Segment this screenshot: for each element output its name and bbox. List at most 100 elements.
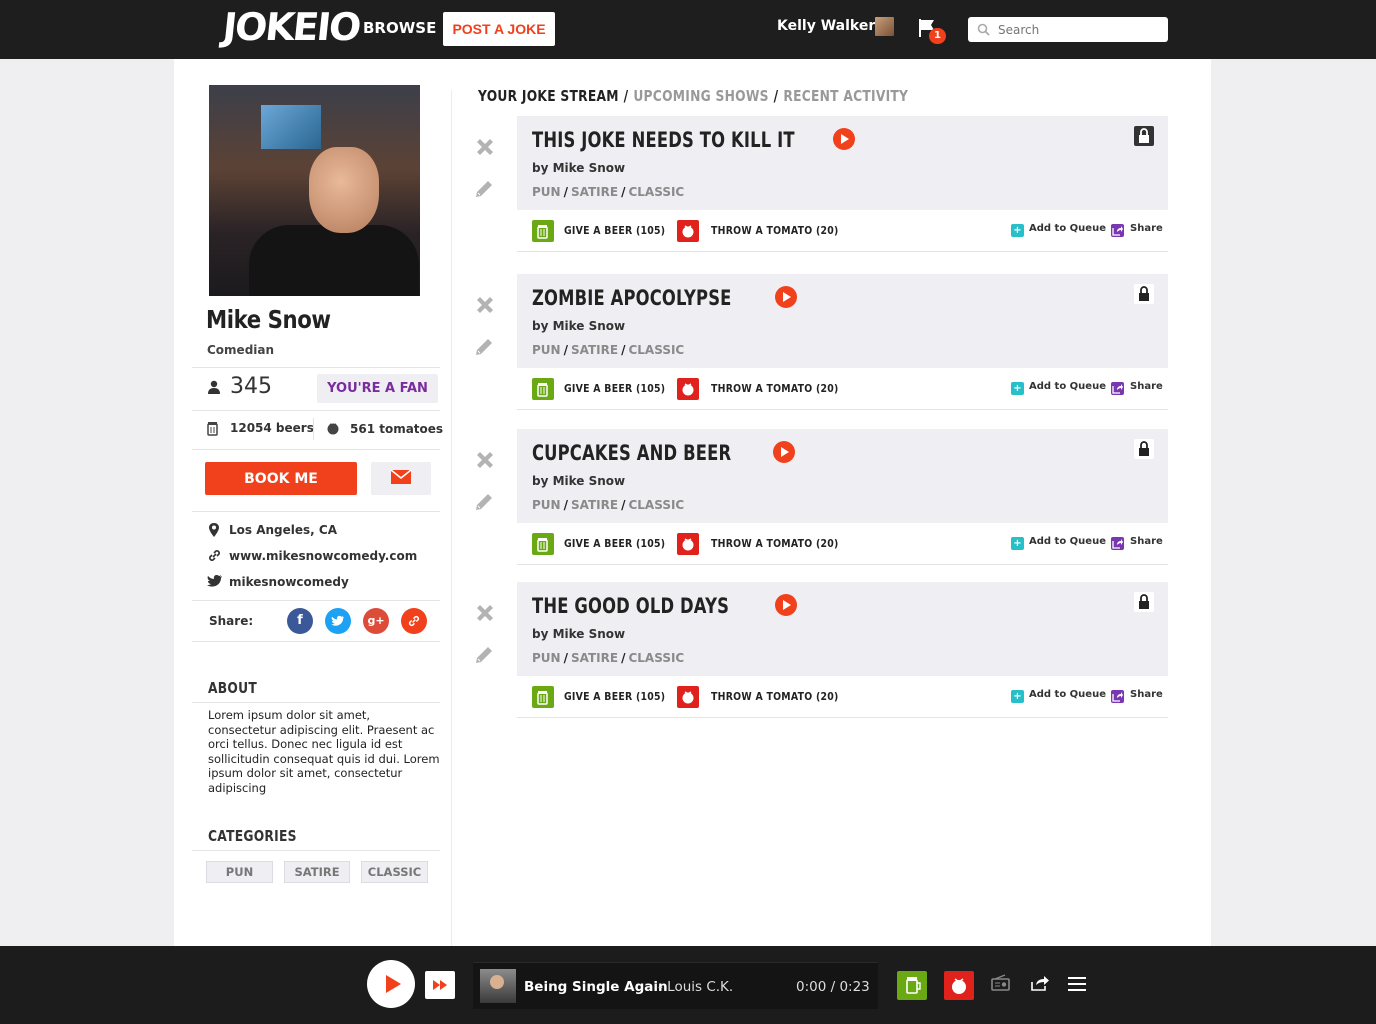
player-play-button[interactable] [367, 960, 415, 1008]
twitter-handle[interactable]: mikesnowcomedy [229, 575, 349, 589]
joke-title[interactable]: THE GOOD OLD DAYS [532, 594, 729, 618]
throw-tomato-button[interactable]: THROW A TOMATO (20) [711, 537, 839, 550]
throw-tomato-button[interactable]: THROW A TOMATO (20) [711, 224, 839, 237]
delete-joke-icon[interactable] [473, 448, 497, 472]
give-beer-icon[interactable] [532, 378, 554, 400]
divider [192, 600, 440, 601]
menu-icon[interactable] [1068, 977, 1086, 991]
add-to-queue-button[interactable]: Add to Queue [1029, 223, 1106, 234]
tag-classic[interactable]: CLASSIC [628, 498, 684, 512]
track-artist: - Louis C.K. [658, 979, 734, 995]
tag-classic[interactable]: CLASSIC [628, 651, 684, 665]
delete-joke-icon[interactable] [473, 293, 497, 317]
edit-joke-icon[interactable] [473, 644, 495, 666]
play-joke-icon[interactable] [833, 128, 855, 150]
user-name[interactable]: Kelly Walker [777, 18, 875, 34]
add-to-queue-button[interactable]: Add to Queue [1029, 381, 1106, 392]
joke-title[interactable]: CUPCAKES AND BEER [532, 441, 731, 465]
website-link[interactable]: www.mikesnowcomedy.com [229, 549, 417, 563]
tag-pun[interactable]: PUN [532, 498, 561, 512]
tab-upcoming-shows[interactable]: UPCOMING SHOWS [633, 87, 768, 105]
give-beer-button[interactable]: GIVE A BEER (105) [564, 382, 665, 395]
notification-badge: 1 [929, 28, 946, 44]
jokeio-logo[interactable]: JOKEIO [221, 3, 362, 53]
tag-satire[interactable]: SATIRE [571, 343, 618, 357]
add-queue-icon[interactable]: + [1011, 382, 1024, 395]
tag-pun[interactable]: PUN [532, 343, 561, 357]
lock-icon[interactable] [1134, 592, 1154, 612]
tomato-count: 561 tomatoes [350, 422, 444, 436]
share-button[interactable]: Share [1130, 689, 1163, 700]
add-to-queue-button[interactable]: Add to Queue [1029, 536, 1106, 547]
give-beer-button[interactable]: GIVE A BEER (105) [564, 537, 665, 550]
play-joke-icon[interactable] [775, 286, 797, 308]
search-box[interactable] [968, 17, 1168, 42]
category-tag-satire[interactable]: SATIRE [284, 861, 350, 883]
message-button[interactable] [371, 462, 431, 495]
book-me-button[interactable]: BOOK ME [205, 462, 357, 495]
tab-joke-stream[interactable]: YOUR JOKE STREAM [478, 87, 619, 105]
joke-title[interactable]: ZOMBIE APOCOLYPSE [532, 286, 732, 310]
throw-tomato-icon[interactable] [677, 220, 699, 242]
nav-browse[interactable]: BROWSE [363, 19, 436, 37]
category-tag-pun[interactable]: PUN [206, 861, 273, 883]
throw-tomato-icon[interactable] [677, 533, 699, 555]
tab-recent-activity[interactable]: RECENT ACTIVITY [783, 87, 908, 105]
fast-forward-icon [433, 979, 447, 990]
tag-classic[interactable]: CLASSIC [628, 343, 684, 357]
share-button[interactable]: Share [1130, 536, 1163, 547]
give-beer-button[interactable]: GIVE A BEER (105) [564, 224, 665, 237]
throw-tomato-icon[interactable] [677, 378, 699, 400]
edit-joke-icon[interactable] [473, 491, 495, 513]
delete-joke-icon[interactable] [473, 135, 497, 159]
throw-tomato-button[interactable]: THROW A TOMATO (20) [711, 382, 839, 395]
play-joke-icon[interactable] [773, 441, 795, 463]
tag-pun[interactable]: PUN [532, 185, 561, 199]
share-icon[interactable] [1031, 974, 1050, 991]
share-button[interactable]: Share [1130, 223, 1163, 234]
add-queue-icon[interactable]: + [1011, 537, 1024, 550]
give-beer-icon[interactable] [532, 533, 554, 555]
google-plus-share-icon[interactable]: g+ [363, 608, 389, 634]
tag-pun[interactable]: PUN [532, 651, 561, 665]
add-queue-icon[interactable]: + [1011, 690, 1024, 703]
throw-tomato-button[interactable]: THROW A TOMATO (20) [711, 690, 839, 703]
beer-count: 12054 beers [230, 421, 314, 435]
share-icon[interactable] [1111, 537, 1124, 550]
lock-icon[interactable] [1134, 284, 1154, 304]
post-joke-button[interactable]: POST A JOKE [443, 12, 555, 46]
search-input[interactable] [998, 20, 1158, 39]
twitter-share-icon[interactable] [325, 608, 351, 634]
user-avatar[interactable] [875, 17, 894, 36]
tag-satire[interactable]: SATIRE [571, 651, 618, 665]
tag-satire[interactable]: SATIRE [571, 498, 618, 512]
profile-name: Mike Snow [206, 305, 331, 334]
radio-icon[interactable] [991, 974, 1010, 991]
share-icon[interactable] [1111, 382, 1124, 395]
share-icon[interactable] [1111, 690, 1124, 703]
tag-classic[interactable]: CLASSIC [628, 185, 684, 199]
give-beer-icon[interactable] [532, 220, 554, 242]
fan-button[interactable]: YOU'RE A FAN [317, 374, 438, 403]
player-beer-button[interactable] [897, 971, 927, 1000]
lock-icon[interactable] [1134, 126, 1154, 146]
add-to-queue-button[interactable]: Add to Queue [1029, 689, 1106, 700]
play-joke-icon[interactable] [775, 594, 797, 616]
link-share-icon[interactable] [401, 608, 427, 634]
share-icon[interactable] [1111, 224, 1124, 237]
add-queue-icon[interactable]: + [1011, 224, 1024, 237]
player-skip-button[interactable] [425, 971, 455, 999]
joke-title[interactable]: THIS JOKE NEEDS TO KILL IT [532, 128, 795, 152]
edit-joke-icon[interactable] [473, 178, 495, 200]
category-tag-classic[interactable]: CLASSIC [361, 861, 428, 883]
share-button[interactable]: Share [1130, 381, 1163, 392]
tag-satire[interactable]: SATIRE [571, 185, 618, 199]
player-tomato-button[interactable] [944, 971, 974, 1000]
give-beer-icon[interactable] [532, 686, 554, 708]
edit-joke-icon[interactable] [473, 336, 495, 358]
throw-tomato-icon[interactable] [677, 686, 699, 708]
give-beer-button[interactable]: GIVE A BEER (105) [564, 690, 665, 703]
lock-icon[interactable] [1134, 439, 1154, 459]
delete-joke-icon[interactable] [473, 601, 497, 625]
facebook-share-icon[interactable]: f [287, 608, 313, 634]
